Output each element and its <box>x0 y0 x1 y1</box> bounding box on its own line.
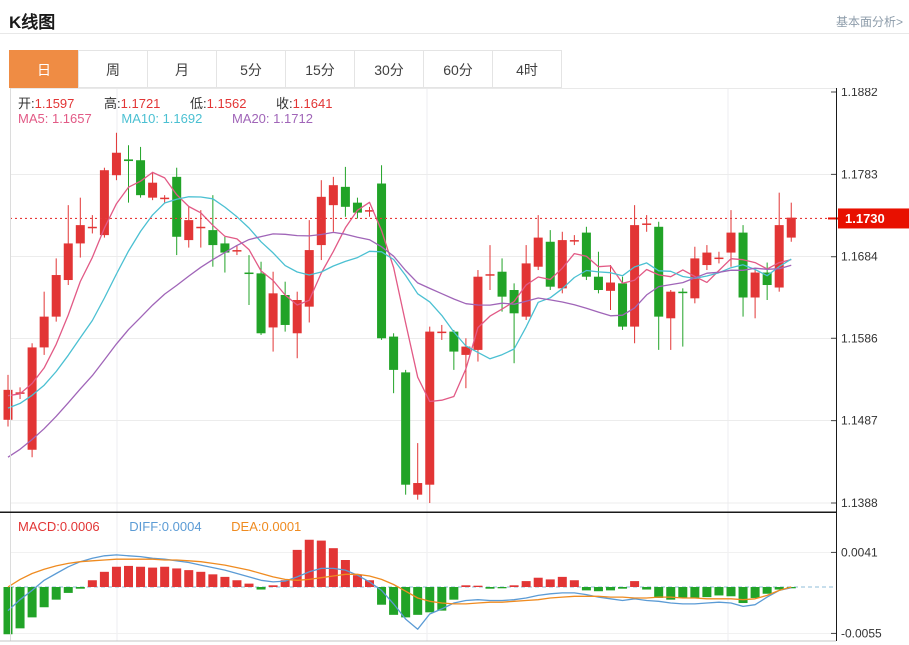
panel-borders <box>0 88 837 641</box>
tab-month[interactable]: 月 <box>147 50 217 88</box>
last-price-label: 1.1730 <box>838 208 909 228</box>
svg-text:1.1586: 1.1586 <box>841 331 878 345</box>
tab-15min[interactable]: 15分 <box>285 50 355 88</box>
candlestick-chart-canvas[interactable]: 1.1730 1.1882 1.1783 1.1684 1.1586 1.1487 1.13… <box>0 88 909 645</box>
tab-day[interactable]: 日 <box>9 50 79 88</box>
kline-page: K线图 基本面分析> 日 周 月 5分 15分 30分 60分 4时 1.173… <box>0 0 909 645</box>
ma20-layer <box>8 232 791 457</box>
header-divider <box>0 33 909 34</box>
tab-5min[interactable]: 5分 <box>216 50 286 88</box>
fundamental-analysis-link[interactable]: 基本面分析> <box>836 13 903 30</box>
tab-30min[interactable]: 30分 <box>354 50 424 88</box>
candles-layer <box>4 133 796 503</box>
tab-4hour[interactable]: 4时 <box>492 50 562 88</box>
svg-text:1.1783: 1.1783 <box>841 167 878 181</box>
svg-text:1.1882: 1.1882 <box>841 88 878 99</box>
tab-week[interactable]: 周 <box>78 50 148 88</box>
svg-text:1.1388: 1.1388 <box>841 496 878 510</box>
gridlines <box>10 88 836 641</box>
svg-text:1.1684: 1.1684 <box>841 250 878 264</box>
y-axis-labels: 1.1882 1.1783 1.1684 1.1586 1.1487 1.1388 0.00… <box>831 88 882 640</box>
page-title: K线图 <box>9 8 55 33</box>
tab-60min[interactable]: 60分 <box>423 50 493 88</box>
ma5-line <box>8 172 791 401</box>
svg-text:-0.0055: -0.0055 <box>841 626 882 640</box>
interval-tab-bar: 日 周 月 5分 15分 30分 60分 4时 <box>10 50 562 88</box>
ma20-line <box>8 232 791 457</box>
kline-chart[interactable]: 1.1730 1.1882 1.1783 1.1684 1.1586 1.1487 1.13… <box>0 88 909 645</box>
svg-text:1.1730: 1.1730 <box>845 211 885 226</box>
ma5-layer <box>8 172 791 401</box>
svg-text:1.1487: 1.1487 <box>841 414 878 428</box>
svg-text:0.0041: 0.0041 <box>841 545 878 559</box>
